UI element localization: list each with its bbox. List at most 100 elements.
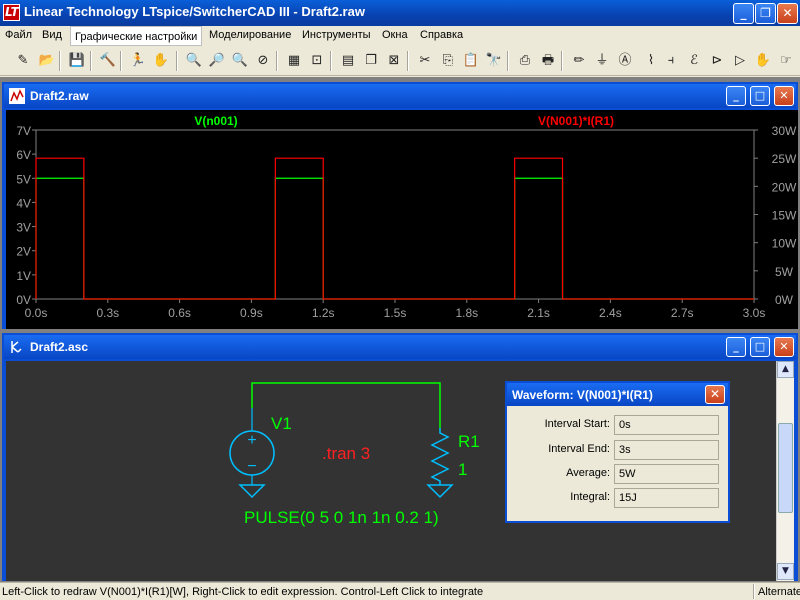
menu-window[interactable]: Окна	[382, 29, 408, 41]
ltspice-logo-icon[interactable]: LT	[3, 4, 20, 21]
menu-view[interactable]: Вид	[42, 29, 62, 41]
trace-label-power: V(N001)*I(R1)	[538, 114, 614, 128]
schematic-close-button[interactable]: ✕	[774, 337, 794, 357]
schematic-maximize-button[interactable]: □	[750, 337, 770, 357]
y-left-tick-label: 1V	[16, 269, 31, 283]
toolbar-separator	[276, 51, 278, 71]
capacitor-icon[interactable]: ⫞	[661, 51, 681, 71]
zoom-cancel-icon[interactable]: ⊘	[253, 51, 273, 71]
save-icon[interactable]: 💾	[67, 51, 87, 71]
trace-label-v-n001: V(n001)	[194, 114, 237, 128]
resistor-icon[interactable]: ⌇	[641, 51, 661, 71]
ground-symbol-v1	[238, 484, 266, 499]
cascade-icon[interactable]: ❐	[361, 51, 381, 71]
ground-icon[interactable]: ⏚	[592, 51, 612, 71]
y-right-tick-label: 15W	[772, 209, 797, 223]
integral-field: 15J	[614, 488, 719, 508]
diode-icon[interactable]: ⊳	[707, 51, 727, 71]
menu-help[interactable]: Справка	[420, 29, 463, 41]
run-icon[interactable]: 🏃	[128, 51, 148, 71]
inductor-icon[interactable]: ℰ	[684, 51, 704, 71]
plot-window: Draft2.raw _ □ ✕ 0V 1V 2V 3V 4V 5V 6V 7V 0W 5W 10W…	[2, 82, 798, 329]
toolbar-separator	[90, 51, 92, 71]
plot-close-button[interactable]: ✕	[774, 86, 794, 106]
ground-symbol-r1	[426, 484, 454, 499]
resistor-name-label: R1	[458, 432, 480, 451]
autorange-icon[interactable]: ▦	[284, 51, 304, 71]
x-tick-label: 0.9s	[240, 306, 263, 320]
average-row: Average: 5W	[507, 464, 732, 484]
y-left-tick-label: 5V	[16, 172, 31, 186]
status-mode: Alternate	[758, 586, 800, 598]
integral-label: Integral:	[570, 491, 610, 503]
zoom-in-icon[interactable]: 🔍	[184, 51, 204, 71]
halt-icon[interactable]: ✋	[151, 51, 171, 71]
minimize-button[interactable]: _	[733, 3, 754, 24]
source-plus-sign: +	[247, 432, 256, 449]
copy-icon[interactable]: ⎘	[438, 51, 458, 71]
tile-horizontal-icon[interactable]: ▤	[338, 51, 358, 71]
waveform-dialog-title-bar[interactable]: Waveform: V(N001)*I(R1) ✕	[507, 383, 728, 406]
open-icon[interactable]: 📂	[37, 51, 57, 71]
x-tick-label: 2.4s	[599, 306, 622, 320]
status-divider	[753, 584, 755, 599]
scroll-thumb[interactable]	[778, 423, 793, 513]
menu-file[interactable]: Файл	[5, 29, 32, 41]
drag-icon[interactable]: ☞	[776, 51, 796, 71]
plot-maximize-button[interactable]: □	[750, 86, 770, 106]
average-label: Average:	[566, 467, 610, 479]
plot-window-title: Draft2.raw	[30, 89, 89, 103]
dialog-close-button[interactable]: ✕	[705, 385, 725, 404]
close-windows-icon[interactable]: ⊠	[384, 51, 404, 71]
status-message: Left-Click to redraw V(N001)*I(R1)[W], R…	[2, 586, 484, 598]
x-tick-label: 2.1s	[527, 306, 550, 320]
schematic-vertical-scrollbar[interactable]: ▲ ▼	[776, 361, 794, 581]
x-tick-label: 2.7s	[671, 306, 694, 320]
menu-simulate[interactable]: Моделирование	[209, 29, 291, 41]
close-button[interactable]: ✕	[777, 3, 798, 24]
source-value-label: PULSE(0 5 0 1n 1n 0.2 1)	[244, 508, 439, 527]
menu-bar: Файл Вид Графические настройки Моделиров…	[0, 26, 800, 46]
source-minus-sign: −	[247, 458, 256, 475]
pan-icon[interactable]: 🔎	[207, 51, 227, 71]
toolbar-separator	[176, 51, 178, 71]
waveform-dialog: Waveform: V(N001)*I(R1) ✕ Interval Start…	[505, 381, 730, 523]
scroll-down-icon[interactable]: ▼	[777, 563, 794, 580]
x-tick-label: 0.0s	[25, 306, 48, 320]
print-setup-icon[interactable]: ⎙	[515, 51, 535, 71]
interval-start-row: Interval Start: 0s	[507, 415, 732, 435]
schematic-minimize-button[interactable]: _	[726, 337, 746, 357]
new-schematic-icon[interactable]: ✎	[13, 51, 33, 71]
waveform-chart[interactable]: 0V 1V 2V 3V 4V 5V 6V 7V 0W 5W 10W 15W 20W 25W 30W 0.0s 0…	[6, 110, 798, 329]
plot-pane[interactable]: 0V 1V 2V 3V 4V 5V 6V 7V 0W 5W 10W 15W 20W 25W 30W 0.0s 0…	[6, 110, 798, 329]
paste-icon[interactable]: 📋	[461, 51, 481, 71]
zoom-out-icon[interactable]: 🔍	[230, 51, 250, 71]
plot-minimize-button[interactable]: _	[726, 86, 746, 106]
resistor-value-label: 1	[458, 460, 467, 479]
y-right-tick-label: 25W	[772, 152, 797, 166]
schematic-window-title-bar[interactable]: Draft2.asc _ □ ✕	[4, 335, 796, 359]
scroll-up-icon[interactable]: ▲	[777, 361, 794, 378]
toolbar: ✎ 📂 💾 🔨 🏃 ✋ 🔍 🔎 🔍 ⊘ ▦ ⊡ ▤ ❐ ⊠ ✂ ⎘ 📋 🔭 ⎙ 🖶 ✏ ⏚ Ⓐ ⌇ ⫞ ℰ ⊳ ▷ ✋ ☞	[0, 46, 800, 76]
series-line-v-n001-i-r1-	[35, 157, 754, 300]
draw-wire-icon[interactable]: ✏	[569, 51, 589, 71]
print-icon[interactable]: 🖶	[538, 51, 558, 71]
plot-settings-icon[interactable]: ⊡	[307, 51, 327, 71]
toolbar-separator	[120, 51, 122, 71]
find-icon[interactable]: 🔭	[484, 51, 504, 71]
component-icon[interactable]: ▷	[730, 51, 750, 71]
toolbar-separator	[407, 51, 409, 71]
restore-button[interactable]: ❐	[755, 3, 776, 24]
label-net-icon[interactable]: Ⓐ	[615, 51, 635, 71]
plot-window-title-bar[interactable]: Draft2.raw _ □ ✕	[4, 84, 796, 108]
y-left-tick-label: 6V	[16, 148, 31, 162]
waveform-icon	[9, 88, 25, 104]
toolbar-separator	[59, 51, 61, 71]
menu-tools[interactable]: Инструменты	[302, 29, 371, 41]
control-panel-icon[interactable]: 🔨	[98, 51, 118, 71]
y-left-tick-label: 2V	[16, 245, 31, 259]
cut-icon[interactable]: ✂	[415, 51, 435, 71]
move-icon[interactable]: ✋	[753, 51, 773, 71]
menu-plot-settings[interactable]: Графические настройки	[70, 26, 203, 46]
tran-directive: .tran 3	[322, 444, 370, 463]
